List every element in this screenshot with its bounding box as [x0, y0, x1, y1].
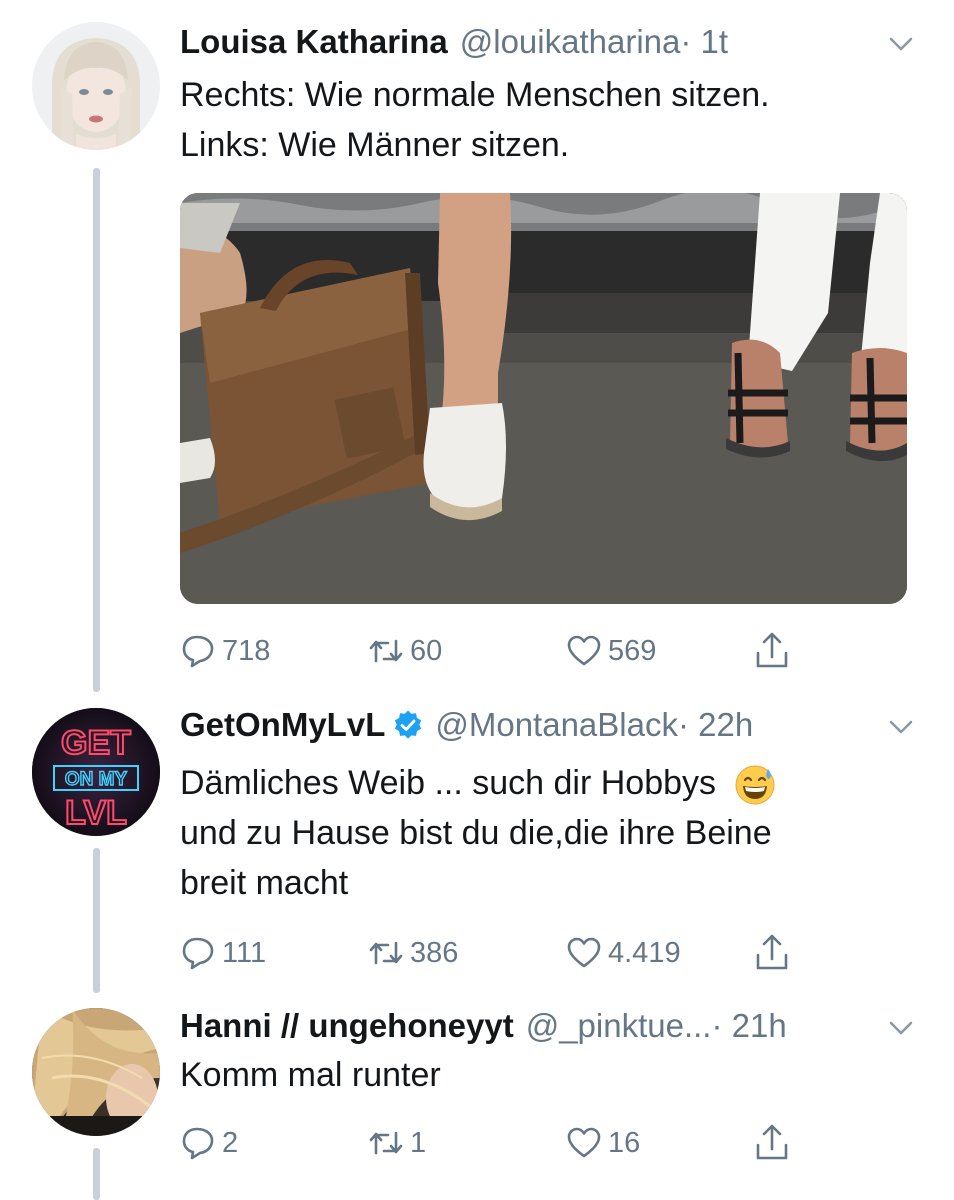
tweet-time[interactable]: · 22h: [678, 706, 753, 744]
avatar-logo-text: GET: [61, 724, 131, 762]
retweet-button[interactable]: 60: [368, 629, 442, 673]
reply-count: 111: [222, 936, 267, 969]
author-handle[interactable]: @_pinktue...: [526, 1007, 712, 1045]
tweet-text: Rechts: Wie normale Menschen sitzen. Lin…: [180, 70, 770, 170]
share-icon: [756, 934, 788, 970]
avatar-logo-text: ON MY: [65, 769, 128, 790]
like-icon: [567, 635, 601, 666]
chevron-down-icon[interactable]: [886, 28, 916, 58]
tweet-text-line: breit macht: [180, 864, 349, 902]
avatar[interactable]: [32, 22, 160, 150]
reply-icon: [182, 937, 214, 970]
chevron-down-icon[interactable]: [886, 1012, 916, 1042]
retweet-button[interactable]: 386: [368, 931, 458, 975]
author-handle[interactable]: @louikatharina: [460, 23, 681, 61]
tweet-text-line: Dämliches Weib ... such dir Hobbys: [180, 758, 777, 808]
author-name[interactable]: Hanni // ungehoneyyt: [180, 1007, 514, 1045]
share-icon: [756, 1124, 788, 1160]
tweet-text-line: Links: Wie Männer sitzen.: [180, 126, 570, 164]
reply-count: 2: [222, 1126, 239, 1159]
retweet-count: 60: [410, 634, 443, 667]
like-count: 4.419: [608, 936, 681, 969]
like-count: 16: [608, 1126, 641, 1159]
reply-count: 718: [222, 634, 271, 667]
reply-icon: [182, 1127, 214, 1160]
tweet-actions: 2 1 16: [180, 1121, 800, 1165]
grinning-sweat-emoji: [735, 765, 775, 805]
retweet-icon: [369, 639, 403, 663]
share-button[interactable]: [752, 1121, 798, 1165]
reply-button[interactable]: 111: [180, 931, 266, 975]
thread-line: [93, 168, 100, 692]
avatar-logo-text: LVL: [65, 794, 127, 832]
tweet-actions: 111 386 4.419: [180, 931, 800, 975]
retweet-count: 1: [410, 1126, 427, 1159]
avatar[interactable]: [32, 1008, 160, 1136]
like-button[interactable]: 16: [566, 1121, 640, 1165]
tweet-text-line: und zu Hause bist du die,die ihre Beine: [180, 814, 772, 852]
thread-line: [93, 1148, 100, 1200]
reply-button[interactable]: 2: [180, 1121, 238, 1165]
share-icon: [756, 632, 788, 668]
author-name[interactable]: GetOnMyLvL: [180, 706, 385, 744]
retweet-count: 386: [410, 936, 459, 969]
chevron-down-icon[interactable]: [886, 711, 916, 741]
verified-badge-icon: [395, 710, 422, 739]
tweet-text-line: Rechts: Wie normale Menschen sitzen.: [180, 76, 770, 114]
tweet-text: Dämliches Weib ... such dir Hobbys und z…: [180, 758, 777, 908]
like-count: 569: [608, 634, 657, 667]
tweet-text: Komm mal runter: [180, 1050, 441, 1100]
tweet-text-line: Komm mal runter: [180, 1056, 441, 1094]
tweet-time[interactable]: · 1t: [680, 23, 728, 61]
avatar[interactable]: GET ON MY LVL: [32, 708, 160, 836]
share-button[interactable]: [752, 629, 798, 673]
retweet-icon: [369, 1131, 403, 1155]
tweet-time[interactable]: · 21h: [711, 1007, 786, 1045]
tweet-photo[interactable]: [180, 193, 907, 604]
retweet-icon: [369, 941, 403, 965]
reply-icon: [182, 635, 214, 668]
retweet-button[interactable]: 1: [368, 1121, 426, 1165]
reply-button[interactable]: 718: [180, 629, 270, 673]
like-icon: [567, 937, 601, 968]
tweet-text-segment: Dämliches Weib ... such dir Hobbys: [180, 764, 717, 802]
author-name[interactable]: Louisa Katharina: [180, 23, 448, 61]
share-button[interactable]: [752, 931, 798, 975]
like-button[interactable]: 4.419: [566, 931, 681, 975]
tweet-actions: 718 60 569: [180, 629, 800, 673]
author-handle[interactable]: @MontanaBlack: [435, 706, 678, 744]
like-icon: [567, 1127, 601, 1158]
like-button[interactable]: 569: [566, 629, 656, 673]
thread-line: [93, 848, 100, 993]
